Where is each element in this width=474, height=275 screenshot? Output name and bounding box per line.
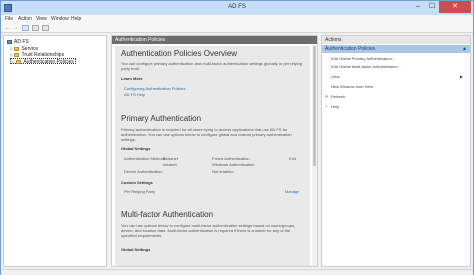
console-tree: AD FS ▷ Service ▷ Trust Relationships ▷ … xyxy=(3,35,107,267)
per-relying-party-label: Per Relying Party xyxy=(124,189,156,194)
action-help[interactable]: ? Help xyxy=(325,104,465,110)
learn-more-heading: Learn More xyxy=(121,76,143,81)
folder-icon xyxy=(14,52,20,57)
tree-item-label: Authentication Policies xyxy=(23,59,74,65)
menu-window[interactable]: Window xyxy=(51,16,69,22)
tree-root-label: AD FS xyxy=(14,39,29,45)
action-label: View xyxy=(331,74,340,79)
mmc-window: AD FS – ☐ ✕ File Action View Window Help… xyxy=(0,0,474,275)
menu-bar: File Action View Window Help xyxy=(1,15,473,24)
overview-text: You can configure primary authentication… xyxy=(121,61,303,71)
forward-icon[interactable]: → xyxy=(12,25,19,31)
close-button[interactable]: ✕ xyxy=(439,1,471,13)
global-settings-heading: Global Settings xyxy=(121,146,151,151)
extranet-value: Forms Authentication xyxy=(212,156,250,161)
window-title: AD FS xyxy=(228,4,246,10)
scroll-thumb[interactable] xyxy=(313,46,316,166)
intranet-label: Intranet xyxy=(163,162,177,167)
status-bar xyxy=(1,269,473,275)
adfs-icon xyxy=(7,39,12,44)
action-refresh[interactable]: ⟳ Refresh xyxy=(325,94,465,100)
title-bar: AD FS – ☐ ✕ xyxy=(1,1,473,15)
folder-icon xyxy=(14,46,20,51)
device-auth-value: Not enabled xyxy=(212,169,234,174)
action-label: New Window from Here xyxy=(331,84,374,89)
action-edit-global-primary[interactable]: Edit Global Primary Authentication... xyxy=(325,56,465,62)
link-adfs-help[interactable]: AD FS Help xyxy=(124,92,145,97)
toolbar: ← → xyxy=(1,24,473,33)
action-label: Edit Global Multi-factor Authentication.… xyxy=(331,64,402,69)
expand-icon[interactable]: ▷ xyxy=(10,52,13,57)
vertical-scrollbar[interactable] xyxy=(312,44,317,266)
actions-section-authentication-policies[interactable]: Authentication Policies ▲ xyxy=(322,45,470,53)
minimize-button[interactable]: – xyxy=(411,1,425,13)
help-toolbar-icon[interactable] xyxy=(42,25,49,31)
action-view[interactable]: View ▶ xyxy=(325,74,465,80)
action-label: Edit Global Primary Authentication... xyxy=(331,56,396,61)
tree-root[interactable]: AD FS xyxy=(7,39,29,45)
primary-auth-title: Primary Authentication xyxy=(121,114,202,123)
menu-view[interactable]: View xyxy=(36,16,47,22)
extranet-label: Extranet xyxy=(163,156,178,161)
action-label: Help xyxy=(331,104,340,109)
mfa-section: Multi-factor Authentication You can use … xyxy=(115,207,310,266)
tree-item-authentication-policies[interactable]: ▷ Authentication Policies xyxy=(10,58,76,65)
primary-auth-section: Primary Authentication Primary authentic… xyxy=(115,111,310,217)
back-icon[interactable]: ← xyxy=(4,25,11,31)
actions-pane: Actions Authentication Policies ▲ Edit G… xyxy=(321,35,471,267)
expand-icon[interactable]: ▷ xyxy=(12,59,15,64)
properties-icon[interactable] xyxy=(32,25,39,31)
mfa-global-settings-heading: Global Settings xyxy=(121,247,151,252)
expand-icon[interactable]: ▷ xyxy=(10,46,13,51)
menu-file[interactable]: File xyxy=(5,16,13,22)
overview-title: Authentication Policies Overview xyxy=(121,49,238,58)
link-configuring-policies[interactable]: Configuring Authentication Policies xyxy=(124,86,186,91)
console-tree-icon[interactable] xyxy=(22,25,29,31)
collapse-arrow-icon[interactable]: ▲ xyxy=(462,45,467,53)
submenu-arrow-icon: ▶ xyxy=(459,74,463,79)
device-auth-label: Device Authentication xyxy=(124,169,163,174)
action-edit-global-mfa[interactable]: Edit Global Multi-factor Authentication.… xyxy=(325,64,465,70)
edit-link[interactable]: Edit xyxy=(289,156,296,161)
action-new-window[interactable]: New Window from Here xyxy=(325,84,465,90)
mfa-title: Multi-factor Authentication xyxy=(121,210,214,219)
folder-icon xyxy=(16,59,22,64)
actions-section-label: Authentication Policies xyxy=(325,46,376,52)
action-label: Refresh xyxy=(331,94,346,99)
mfa-text: You can use options below to configure m… xyxy=(121,223,296,238)
maximize-button[interactable]: ☐ xyxy=(425,1,439,13)
custom-settings-heading: Custom Settings xyxy=(121,180,153,185)
intranet-value: Windows Authentication xyxy=(212,162,255,167)
primary-auth-text: Primary authentication is required for a… xyxy=(121,127,292,142)
auth-methods-label: Authentication Methods xyxy=(124,156,166,161)
actions-header: Actions xyxy=(322,36,470,44)
menu-help[interactable]: Help xyxy=(71,16,81,22)
results-header: Authentication Policies xyxy=(112,36,317,44)
manage-link[interactable]: Manage xyxy=(285,189,299,194)
menu-action[interactable]: Action xyxy=(18,16,32,22)
results-pane: Authentication Policies Authentication P… xyxy=(111,35,318,267)
